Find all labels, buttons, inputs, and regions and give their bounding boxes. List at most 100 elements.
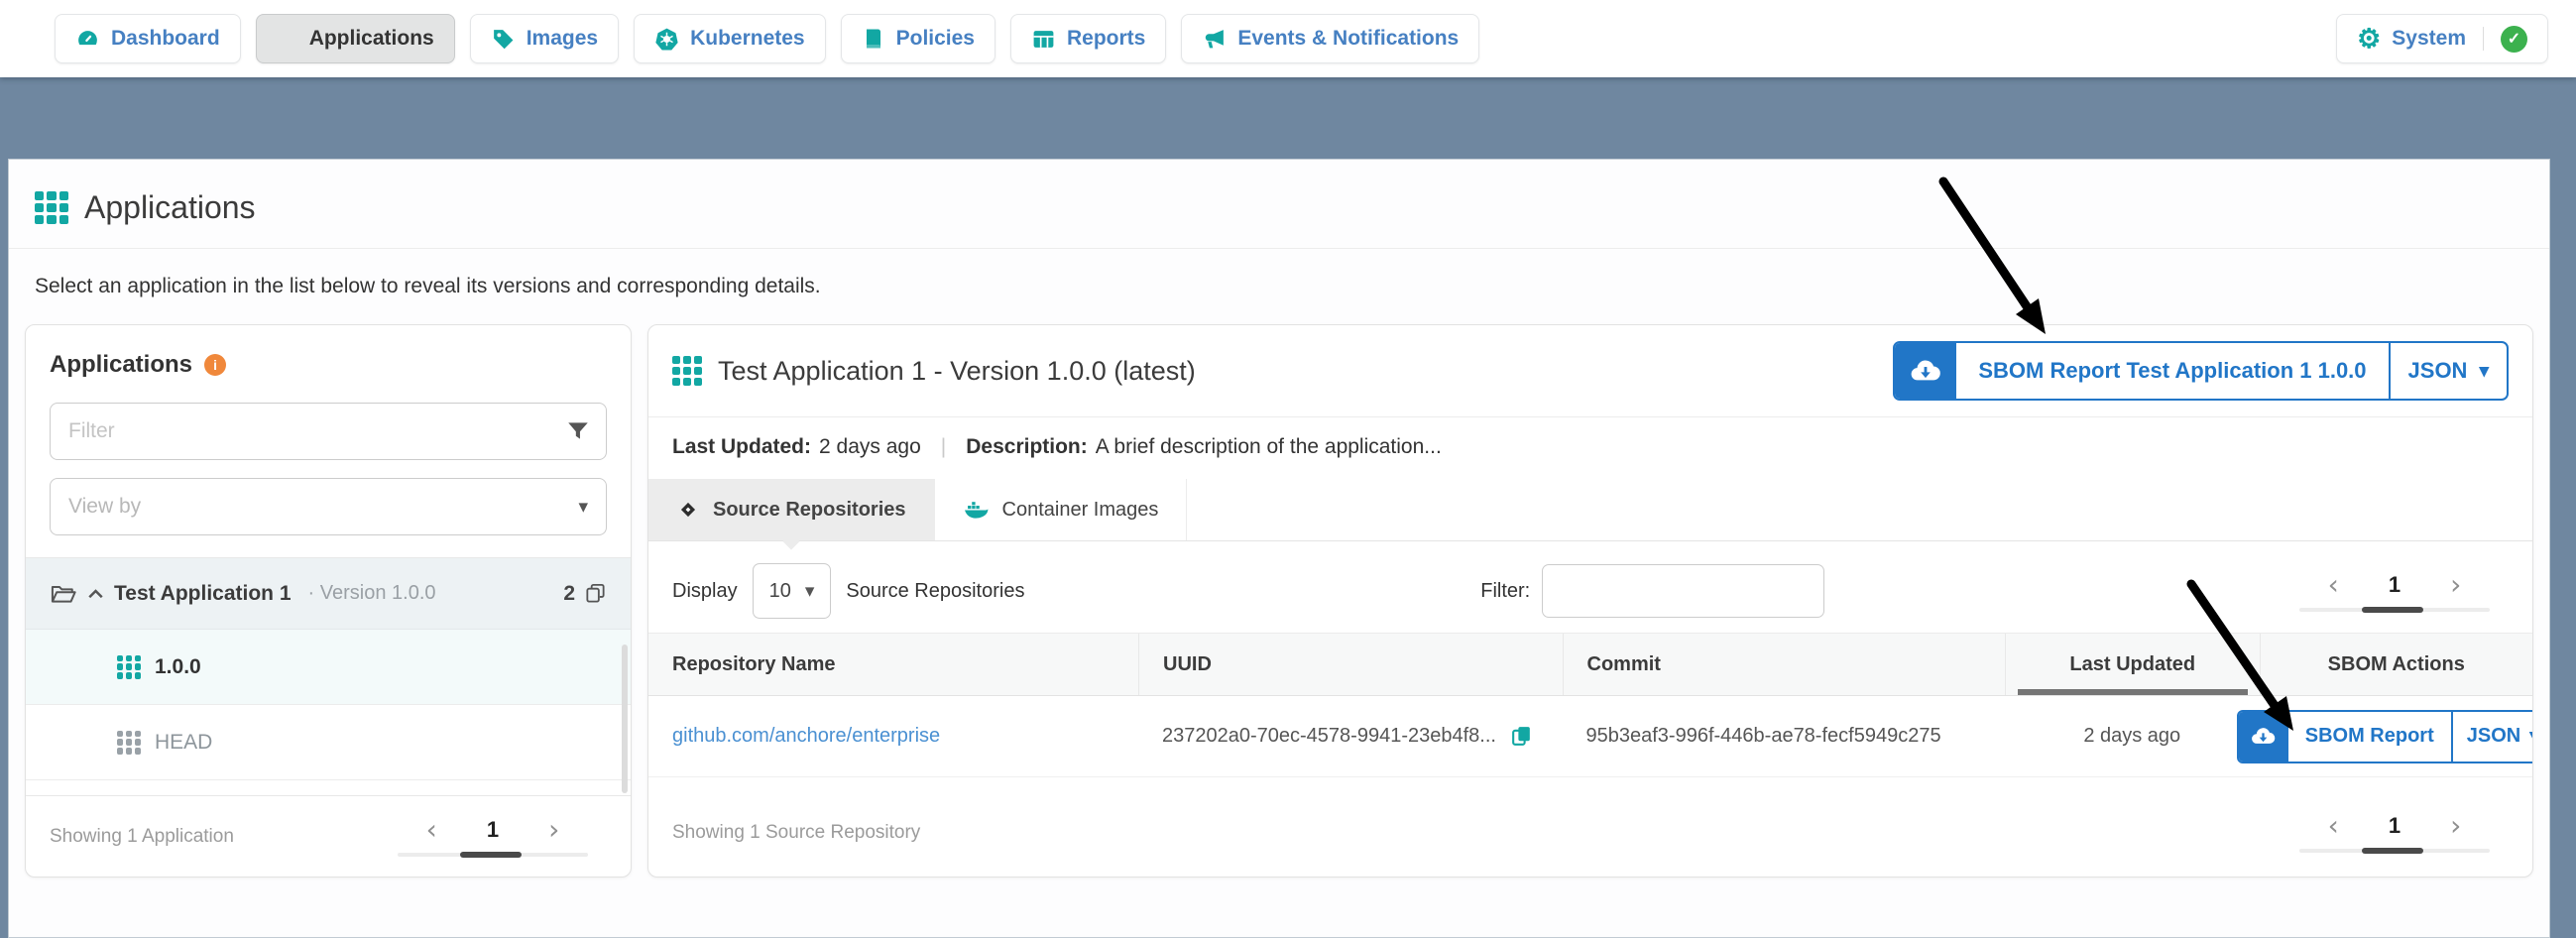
application-name: Test Application 1 (114, 582, 292, 606)
page-subtitle: Select an application in the list below … (35, 275, 2533, 298)
version-grid-icon (117, 655, 141, 679)
main-panel: Applications Select an application in th… (8, 159, 2550, 938)
tab-label: Source Repositories (713, 499, 906, 522)
applications-filter-input[interactable] (50, 403, 607, 460)
book-icon (862, 27, 885, 51)
chevron-down-icon: ▾ (578, 496, 588, 519)
version-count: 2 (563, 582, 607, 606)
dashboard-gauge-icon (75, 27, 100, 52)
application-detail-panel: Test Application 1 - Version 1.0.0 (late… (647, 324, 2533, 878)
nav-reports-button[interactable]: Reports (1010, 14, 1166, 63)
row-sbom-report-download-button[interactable]: SBOM Report JSON ▾ (2237, 710, 2533, 763)
repository-link[interactable]: github.com/anchore/enterprise (672, 725, 940, 747)
info-icon[interactable]: i (204, 354, 226, 376)
application-list-item[interactable]: Test Application 1 · Version 1.0.0 2 (26, 558, 631, 630)
nav-policies-button[interactable]: Policies (841, 14, 995, 63)
commit-value: 95b3eaf3-996f-446b-ae78-fecf5949c275 (1586, 725, 1941, 747)
detail-header: Test Application 1 - Version 1.0.0 (late… (648, 325, 2532, 416)
next-page-button[interactable]: › (2450, 812, 2461, 840)
sbom-format-select[interactable]: JSON ▾ (2391, 343, 2507, 399)
column-header-uuid[interactable]: UUID (1138, 634, 1563, 695)
nav-kubernetes-button[interactable]: Kubernetes (634, 14, 826, 63)
nav-images-button[interactable]: Images (470, 14, 619, 63)
sbom-report-download-button[interactable]: SBOM Report Test Application 1 1.0.0 JSO… (1893, 341, 2509, 401)
applications-grid-icon (277, 28, 298, 50)
diamond-repo-icon (676, 498, 700, 522)
chevron-down-icon: ▾ (805, 580, 815, 603)
pagination-scrollbar[interactable] (2299, 608, 2490, 612)
chevron-down-icon: ▾ (2529, 725, 2533, 748)
table-header-row: Repository Name UUID Commit Last Updated… (648, 633, 2532, 696)
repositories-footer: Showing 1 Source Repository ‹ 1 › (648, 792, 2532, 877)
prev-page-button[interactable]: ‹ (426, 816, 437, 844)
chevron-down-icon: ▾ (2479, 360, 2489, 383)
system-label: System (2392, 27, 2466, 51)
tab-source-repositories[interactable]: Source Repositories (648, 479, 935, 540)
nav-label: Reports (1067, 27, 1145, 51)
nav-label: Events & Notifications (1237, 27, 1459, 51)
next-page-button[interactable]: › (2450, 571, 2461, 599)
report-table-icon (1031, 27, 1056, 52)
scrollbar[interactable] (622, 645, 628, 793)
prev-page-button[interactable]: ‹ (2328, 812, 2339, 840)
page-size-value: 10 (769, 580, 791, 603)
application-version: · Version 1.0.0 (308, 582, 436, 605)
divider: | (941, 435, 946, 459)
folder-open-icon (50, 580, 77, 608)
view-by-placeholder: View by (68, 495, 141, 519)
display-label: Display (672, 580, 738, 603)
sbom-format-select[interactable]: JSON ▾ (2453, 712, 2533, 762)
nav-applications-button[interactable]: Applications (256, 14, 455, 63)
nav-events-notifications-button[interactable]: Events & Notifications (1181, 14, 1479, 63)
version-list-item[interactable]: 1.0.0 (26, 630, 631, 705)
description-value: A brief description of the application..… (1096, 435, 1442, 459)
next-page-button[interactable]: › (548, 816, 559, 844)
nav-label: Policies (896, 27, 975, 51)
applications-list-panel: Applications i View by ▾ (25, 324, 632, 878)
repository-filter-input[interactable] (1542, 564, 1824, 618)
column-header-sbom-actions[interactable]: SBOM Actions (2260, 634, 2533, 695)
current-page: 1 (2389, 813, 2400, 839)
filter-group: Filter: (1480, 564, 1824, 618)
tab-label: Container Images (1002, 499, 1159, 522)
current-page: 1 (2389, 572, 2400, 598)
collapse-chevron-icon[interactable] (88, 589, 103, 599)
last-updated-value: 2 days ago (2083, 725, 2180, 748)
divider (9, 248, 2549, 249)
version-label: HEAD (155, 731, 212, 755)
column-header-last-updated[interactable]: Last Updated (2005, 634, 2260, 695)
gear-icon: ⚙ (2357, 26, 2381, 53)
last-updated-value: 2 days ago (819, 435, 921, 459)
pagination-scrollbar[interactable] (398, 853, 588, 857)
applications-list: Test Application 1 · Version 1.0.0 2 1.0… (26, 557, 631, 780)
detail-tabs: Source Repositories Container Images (648, 479, 2532, 541)
docker-whale-icon (963, 497, 990, 524)
sbom-report-label: SBOM Report (2288, 712, 2453, 762)
tab-container-images[interactable]: Container Images (935, 479, 1188, 540)
last-updated-label: Last Updated: (672, 435, 811, 459)
panel-title: Applications (50, 351, 192, 379)
nav-label: Applications (309, 27, 434, 51)
showing-count: Showing 1 Source Repository (672, 822, 920, 844)
version-grid-icon (117, 731, 141, 755)
system-button[interactable]: ⚙ System ✓ (2336, 14, 2548, 63)
nav-label: Kubernetes (690, 27, 805, 51)
megaphone-icon (1202, 27, 1227, 52)
items-label: Source Repositories (846, 580, 1024, 603)
pagination: ‹ 1 › (379, 816, 607, 857)
column-header-repository-name[interactable]: Repository Name (648, 634, 1138, 695)
nav-dashboard-button[interactable]: Dashboard (55, 14, 241, 63)
applications-grid-icon (35, 191, 68, 225)
description-label: Description: (966, 435, 1088, 459)
cloud-download-icon (2239, 712, 2288, 762)
view-by-select[interactable]: View by ▾ (50, 478, 607, 535)
applications-list-footer: Showing 1 Application ‹ 1 › (26, 795, 631, 877)
copy-icon[interactable] (1509, 724, 1534, 749)
page-size-select[interactable]: 10 ▾ (753, 563, 832, 619)
pagination: ‹ 1 › (2281, 812, 2509, 853)
system-health-ok-icon[interactable]: ✓ (2501, 26, 2527, 53)
version-list-item[interactable]: HEAD (26, 705, 631, 780)
pagination-scrollbar[interactable] (2299, 849, 2490, 853)
column-header-commit[interactable]: Commit (1563, 634, 2006, 695)
prev-page-button[interactable]: ‹ (2328, 571, 2339, 599)
